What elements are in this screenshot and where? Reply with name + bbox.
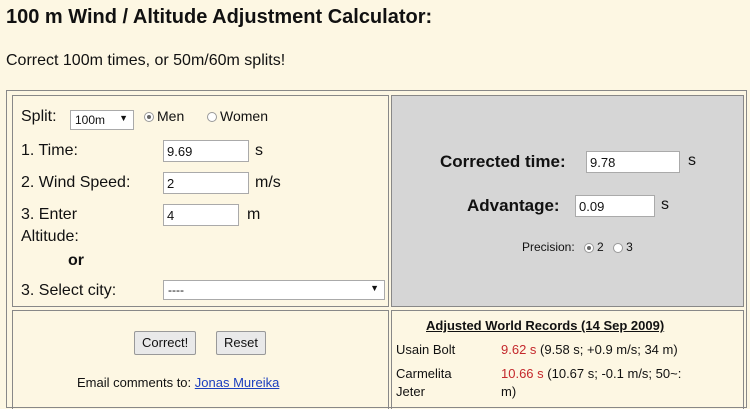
corrected-time-output[interactable] <box>586 151 680 173</box>
page-title: 100 m Wind / Altitude Adjustment Calcula… <box>6 6 433 28</box>
altitude-label-line1: 3. Enter <box>21 206 78 223</box>
precision-radio-3-icon[interactable] <box>613 242 624 253</box>
records-heading: Adjusted World Records (14 Sep 2009) <box>426 318 665 333</box>
corrected-time-unit: s <box>688 152 696 169</box>
wind-input[interactable] <box>163 172 249 194</box>
radio-men-icon[interactable] <box>144 112 154 123</box>
email-prefix: Email comments to: <box>77 375 192 390</box>
time-unit: s <box>255 142 263 159</box>
wind-label: 2. Wind Speed: <box>21 174 131 191</box>
email-link[interactable]: Jonas Mureika <box>195 375 280 390</box>
actions-panel: Correct! Reset Email comments to: Jonas … <box>12 310 389 409</box>
altitude-label-line2: Altitude: <box>21 228 79 245</box>
email-line: Email comments to: Jonas Mureika <box>77 375 279 390</box>
advantage-unit: s <box>661 196 669 213</box>
record-detail: (9.58 s; +0.9 m/s; 34 m) <box>540 342 678 357</box>
page-subtitle: Correct 100m times, or 50m/60m splits! <box>6 52 286 69</box>
result-panel: Corrected time: s Advantage: s Precision… <box>391 95 744 307</box>
precision-label: Precision: <box>522 240 575 254</box>
record-adjusted-value: 9.62 s <box>501 342 537 357</box>
record-value-row: 10.66 s (10.67 s; -0.1 m/s; 50~: <box>501 366 681 381</box>
altitude-unit: m <box>247 206 261 223</box>
correct-button[interactable]: Correct! <box>134 331 197 355</box>
advantage-output[interactable] <box>575 195 655 217</box>
advantage-label: Advantage: <box>467 196 560 215</box>
city-label: 3. Select city: <box>21 282 117 299</box>
city-select[interactable]: ---- ▼ <box>163 280 385 300</box>
time-label: 1. Time: <box>21 142 78 159</box>
chevron-down-icon: ▼ <box>119 113 128 123</box>
split-row: Split: <box>21 108 57 126</box>
corrected-time-label: Corrected time: <box>440 152 566 171</box>
record-adjusted-value: 10.66 s <box>501 366 544 381</box>
precision-radio-2-icon[interactable] <box>584 242 595 253</box>
split-label: Split: <box>21 108 57 125</box>
city-select-value: ---- <box>168 283 184 297</box>
record-detail: (10.67 s; -0.1 m/s; 50~: <box>547 366 682 381</box>
record-value-row: 9.62 s (9.58 s; +0.9 m/s; 34 m) <box>501 342 678 357</box>
record-name-line1: Carmelita <box>396 366 452 381</box>
input-panel: Split: 100m ▼ Men Women 1. Time: s 2. Wi… <box>12 95 389 307</box>
split-select[interactable]: 100m ▼ <box>70 110 134 130</box>
split-select-value: 100m <box>75 113 106 127</box>
chevron-down-icon: ▼ <box>370 283 379 293</box>
record-name: Usain Bolt <box>396 342 456 357</box>
or-label: or <box>68 252 84 269</box>
precision-3-label: 3 <box>626 240 633 254</box>
radio-women-icon[interactable] <box>207 112 217 123</box>
record-name-line2: Jeter <box>396 384 425 399</box>
gender-women-label: Women <box>220 108 268 124</box>
altitude-input[interactable] <box>163 204 239 226</box>
gender-men-label: Men <box>157 108 185 124</box>
calculator-table: Split: 100m ▼ Men Women 1. Time: s 2. Wi… <box>6 90 747 409</box>
precision-row: Precision: 2 3 <box>522 240 633 254</box>
reset-button[interactable]: Reset <box>216 331 266 355</box>
records-panel: Adjusted World Records (14 Sep 2009) Usa… <box>391 310 744 409</box>
gender-radio-men[interactable]: Men <box>144 108 184 124</box>
precision-2-label: 2 <box>597 240 604 254</box>
wind-unit: m/s <box>255 174 281 191</box>
time-input[interactable] <box>163 140 249 162</box>
gender-radio-women[interactable]: Women <box>207 108 268 124</box>
record-detail-line2: m) <box>501 384 517 399</box>
